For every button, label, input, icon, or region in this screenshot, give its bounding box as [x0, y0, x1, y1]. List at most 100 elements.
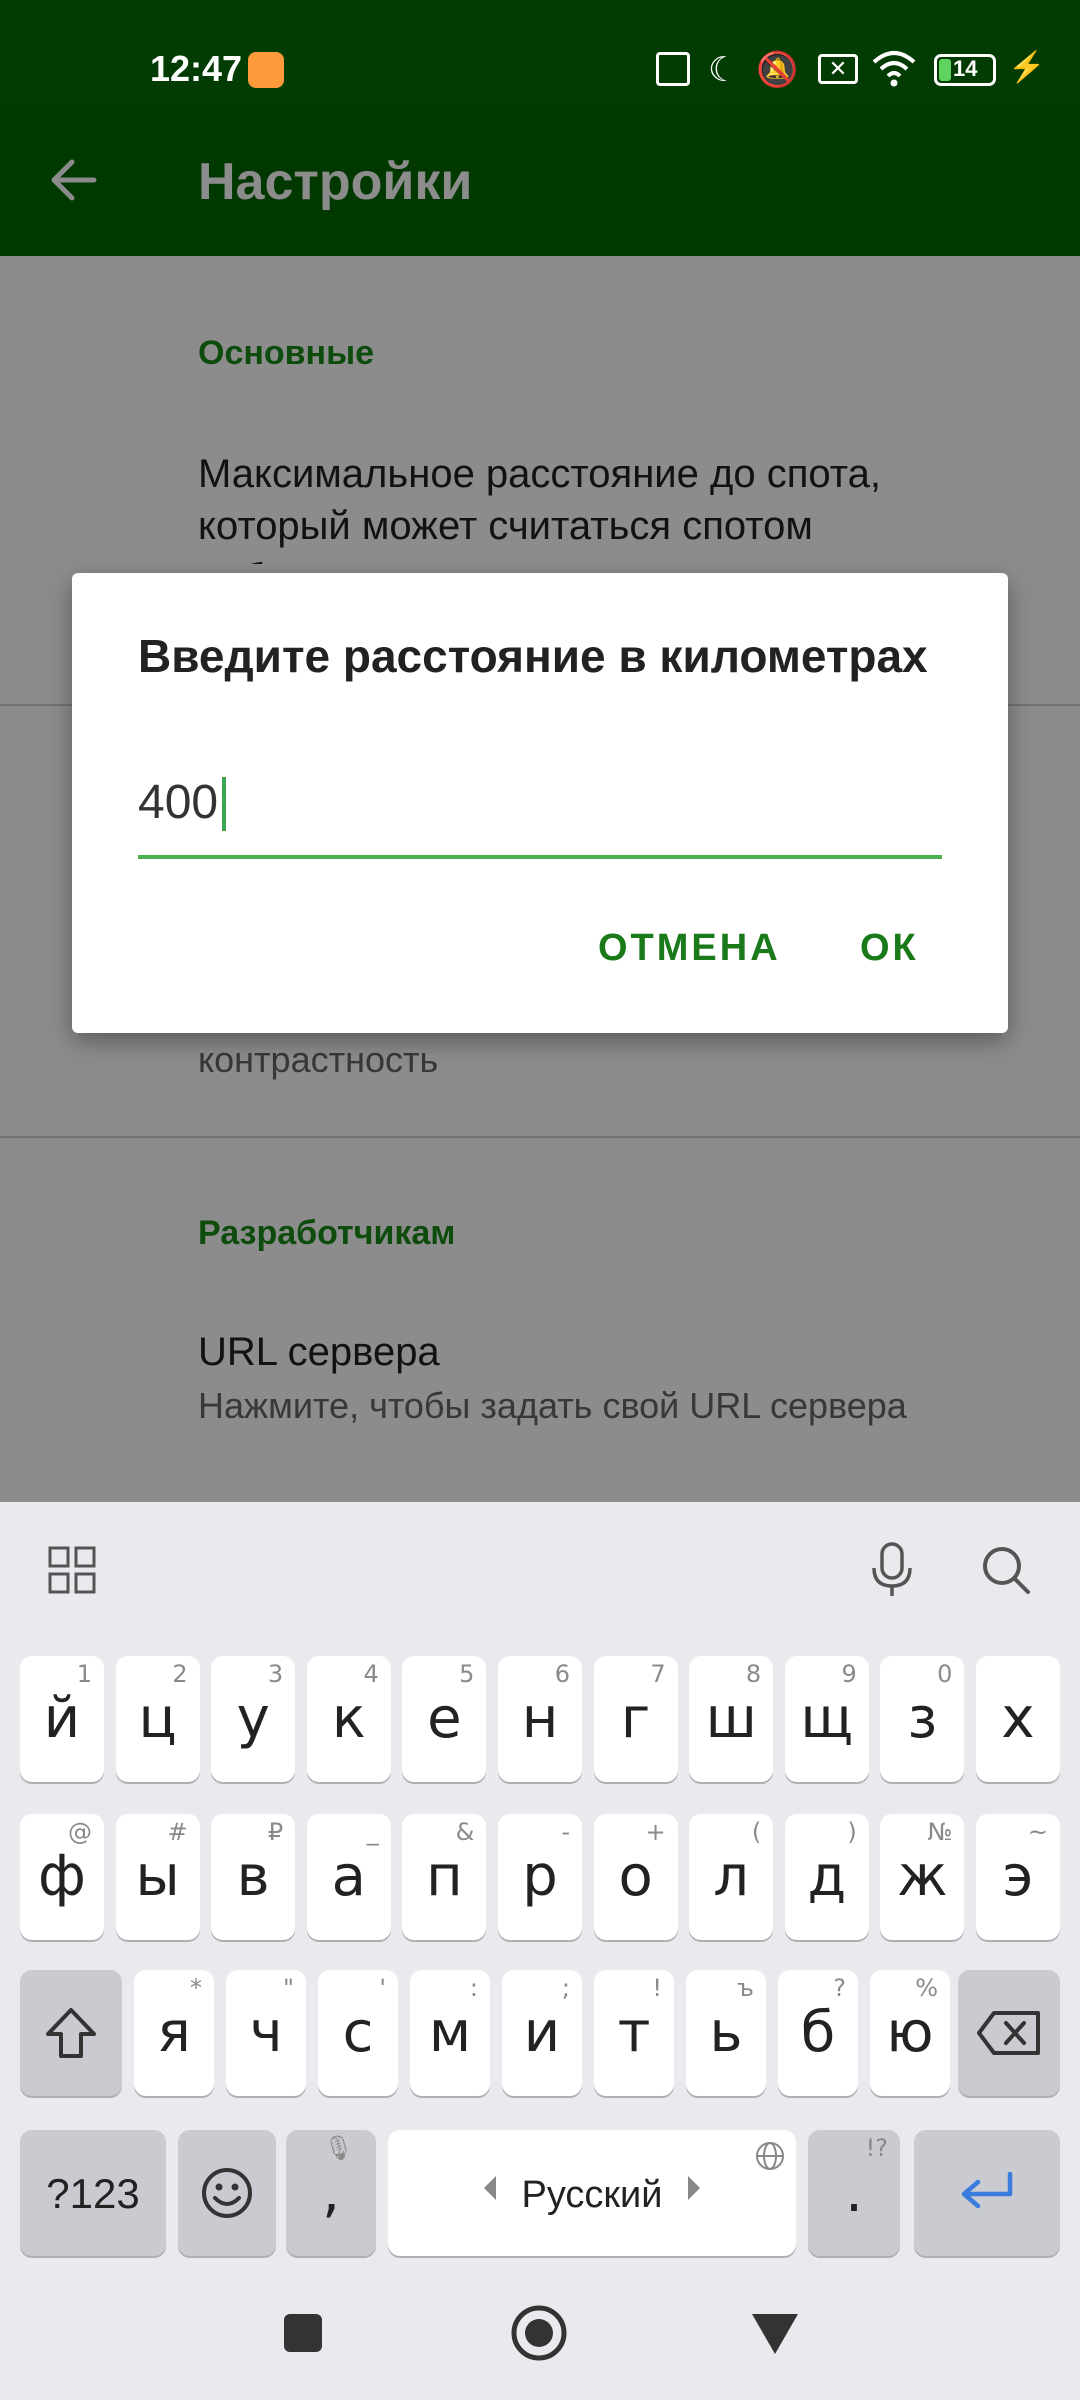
shift-arrow-icon: [46, 2008, 96, 2058]
shift-key[interactable]: [20, 1970, 122, 2096]
letter-key[interactable]: % ю: [870, 1970, 950, 2096]
letter-key[interactable]: ' с: [318, 1970, 398, 2096]
cancel-button[interactable]: ОТМЕНА: [598, 927, 781, 970]
letter-key[interactable]: 2ц: [115, 1656, 200, 1782]
key-alt-label: 7: [650, 1660, 666, 1688]
symbols-key[interactable]: ?123: [20, 2130, 166, 2256]
key-alt-label: 3: [267, 1660, 284, 1688]
letter-key[interactable]: " ч: [226, 1970, 306, 2096]
letter-key[interactable]: 8ш: [689, 1656, 774, 1782]
key-label: э: [1002, 1844, 1034, 1909]
comma-key[interactable]: 🎙 ,: [286, 2130, 376, 2256]
key-alt-label: _: [366, 1818, 379, 1846]
soft-keyboard: 1й2ц3у4к5е6н7г8ш9щ0зх @ ф # ы ₽ в _ а & п - р + о(л) д…: [0, 1502, 1080, 2400]
key-label: з: [907, 1686, 938, 1751]
key-label: ф: [38, 1844, 86, 1909]
key-alt-label: (: [751, 1818, 762, 1846]
wifi-icon: [872, 51, 916, 87]
key-label: я: [157, 2000, 191, 2065]
key-label: ц: [138, 1686, 177, 1751]
key-label: щ: [800, 1686, 854, 1751]
key-label: к: [331, 1686, 366, 1751]
emoji-key[interactable]: [178, 2130, 276, 2256]
home-circle-icon[interactable]: [510, 2304, 568, 2362]
letter-key[interactable]: ~ э: [976, 1814, 1060, 1940]
letter-key[interactable]: @ ф: [20, 1814, 104, 1940]
distance-input[interactable]: [138, 773, 942, 831]
key-alt-label: ": [282, 1974, 294, 2002]
letter-key[interactable]: 9щ: [784, 1656, 869, 1782]
status-bar: 12:47 ☾ 🔕 ✕ 14 ⚡: [0, 0, 1080, 104]
ok-button[interactable]: ОК: [860, 927, 919, 970]
apps-grid-icon[interactable]: [48, 1546, 96, 1594]
key-label: б: [800, 2000, 836, 2065]
distance-dialog: Введите расстояние в километрах ОТМЕНА О…: [72, 573, 1008, 1033]
letter-key[interactable]: ₽ в: [211, 1814, 296, 1940]
globe-icon: [756, 2142, 784, 2170]
key-label: а: [331, 1844, 366, 1909]
key-alt-label: ;: [561, 1974, 570, 2002]
letter-key[interactable]: :м: [410, 1970, 490, 2096]
letter-key[interactable]: _ а: [306, 1814, 391, 1940]
letter-key[interactable]: 3у: [211, 1656, 296, 1782]
key-label: л: [713, 1844, 750, 1909]
letter-key[interactable]: -р: [498, 1814, 582, 1940]
letter-key[interactable]: 4к: [306, 1656, 391, 1782]
key-alt-label: 9: [841, 1660, 857, 1688]
key-alt-label: 4: [363, 1660, 379, 1688]
letter-key[interactable]: ; и: [502, 1970, 582, 2096]
key-alt-label: 1: [76, 1660, 92, 1688]
letter-key[interactable]: 7г: [593, 1656, 678, 1782]
key-label: м: [428, 2000, 472, 2065]
back-triangle-icon[interactable]: [750, 2312, 800, 2356]
enter-key[interactable]: [914, 2130, 1060, 2256]
period-key[interactable]: !? .: [808, 2130, 900, 2256]
backspace-key[interactable]: [958, 1970, 1060, 2096]
letter-key[interactable]: (л: [689, 1814, 774, 1940]
mute-icon: 🔕: [756, 51, 799, 89]
letter-key[interactable]: # ы: [115, 1814, 200, 1940]
letter-key[interactable]: х: [976, 1656, 1060, 1782]
smiley-icon: [202, 2168, 252, 2218]
letter-key[interactable]: № ж: [880, 1814, 965, 1940]
microphone-icon[interactable]: [866, 1542, 918, 1598]
battery-level: 14: [953, 56, 978, 81]
space-key[interactable]: Русский: [388, 2130, 796, 2256]
key-alt-label: !: [652, 1974, 662, 2002]
key-alt-label: 6: [554, 1660, 570, 1688]
recent-apps-square-icon[interactable]: [284, 2314, 322, 2352]
key-label: п: [426, 1844, 463, 1909]
key-alt-label: -: [561, 1818, 570, 1846]
key-label: т: [617, 2000, 651, 2065]
letter-key[interactable]: ? б: [778, 1970, 858, 2096]
letter-key[interactable]: ъь: [686, 1970, 766, 2096]
key-alt-label: 8: [745, 1660, 762, 1688]
key-label: о: [618, 1844, 653, 1909]
search-icon[interactable]: [980, 1544, 1032, 1596]
letter-key[interactable]: & п: [402, 1814, 487, 1940]
symbols-key-label: ?123: [46, 2170, 140, 2217]
space-key-label: Русский: [521, 2174, 663, 2216]
chevron-right-icon: [688, 2176, 700, 2200]
key-alt-label: 2: [172, 1660, 188, 1688]
letter-key[interactable]: ) д: [784, 1814, 869, 1940]
microphone-icon: 🎙: [323, 2134, 354, 2162]
key-label: д: [807, 1844, 847, 1909]
key-label: с: [342, 2000, 374, 2065]
key-label: ю: [886, 2000, 934, 2065]
letter-key[interactable]: 0з: [880, 1656, 965, 1782]
key-alt-label: ?: [833, 1974, 846, 2002]
key-alt-label: ъ: [737, 1974, 754, 2002]
letter-key[interactable]: + о: [593, 1814, 678, 1940]
key-label: ж: [897, 1844, 948, 1909]
letter-key[interactable]: 1й: [20, 1656, 104, 1782]
letter-key[interactable]: * я: [134, 1970, 214, 2096]
battery-icon: 14: [934, 54, 996, 86]
notification-app-icon: [248, 52, 284, 88]
key-label: н: [521, 1686, 559, 1751]
letter-key[interactable]: 5е: [402, 1656, 487, 1782]
letter-key[interactable]: 6н: [498, 1656, 582, 1782]
key-alt-label: %: [915, 1974, 938, 2002]
key-label: ш: [705, 1686, 757, 1751]
letter-key[interactable]: ! т: [594, 1970, 674, 2096]
